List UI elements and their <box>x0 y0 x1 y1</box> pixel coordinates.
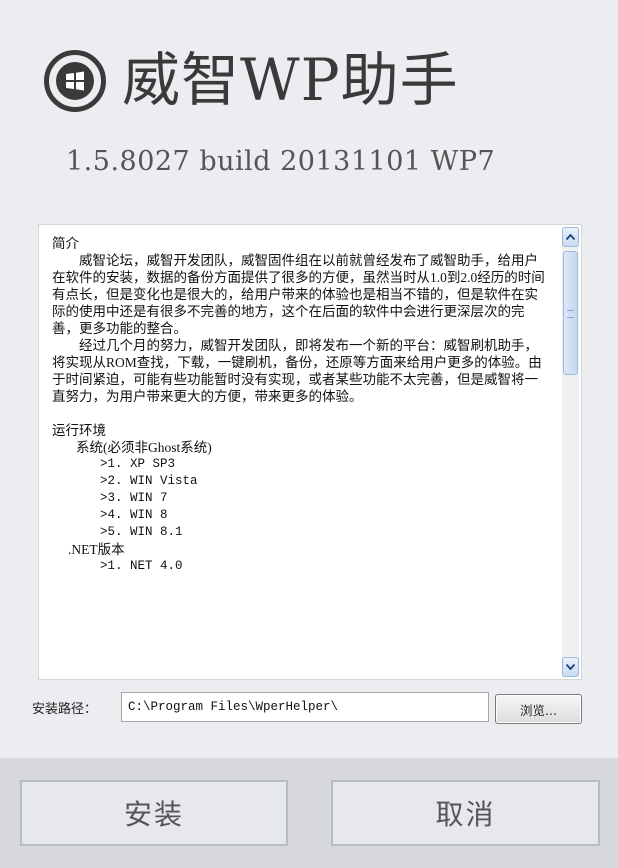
readme-line: >5. WIN 8.1 <box>100 525 183 539</box>
scroll-up-button[interactable] <box>562 227 579 247</box>
version-label: 1.5.8027 build 20131101 WP7 <box>66 146 496 177</box>
readme-line: 经过几个月的努力，威智开发团队，即将发布一个新的平台：威智刷机助手，将实现从RO… <box>52 338 542 404</box>
readme-line: 威智论坛，威智开发团队，威智固件组在以前就曾经发布了威智助手，给用户在软件的安装… <box>52 253 545 336</box>
app-logo-icon <box>44 50 106 112</box>
app-title: 威智WP助手 <box>122 46 459 114</box>
readme-line: >1. XP SP3 <box>100 457 176 471</box>
install-path-input[interactable]: C:\Program Files\WperHelper\ <box>121 692 489 722</box>
readme-line: 系统(必须非Ghost系统) <box>76 440 212 455</box>
scroll-thumb[interactable] <box>563 251 578 375</box>
chevron-up-icon <box>566 234 575 240</box>
readme-line: .NET版本 <box>68 542 125 557</box>
cancel-button[interactable]: 取消 <box>331 780 600 846</box>
readme-line: 简介 <box>52 236 79 251</box>
chevron-down-icon <box>566 664 575 670</box>
readme-line: >2. WIN Vista <box>100 474 198 488</box>
scroll-down-button[interactable] <box>562 657 579 677</box>
readme-line: >1. NET 4.0 <box>100 559 183 573</box>
readme-textbox[interactable]: 简介威智论坛，威智开发团队，威智固件组在以前就曾经发布了威智助手，给用户在软件的… <box>38 224 582 680</box>
install-button[interactable]: 安装 <box>20 780 288 846</box>
vertical-scrollbar[interactable] <box>562 227 579 677</box>
browse-button[interactable]: 浏览... <box>495 694 582 724</box>
windows-flag-icon <box>56 62 94 100</box>
readme-line: >3. WIN 7 <box>100 491 168 505</box>
readme-line: 运行环境 <box>52 423 106 438</box>
install-path-label: 安装路径： <box>32 702 98 717</box>
readme-blank-line <box>52 405 547 422</box>
readme-content: 简介威智论坛，威智开发团队，威智固件组在以前就曾经发布了威智助手，给用户在软件的… <box>52 235 547 675</box>
readme-line: >4. WIN 8 <box>100 508 168 522</box>
